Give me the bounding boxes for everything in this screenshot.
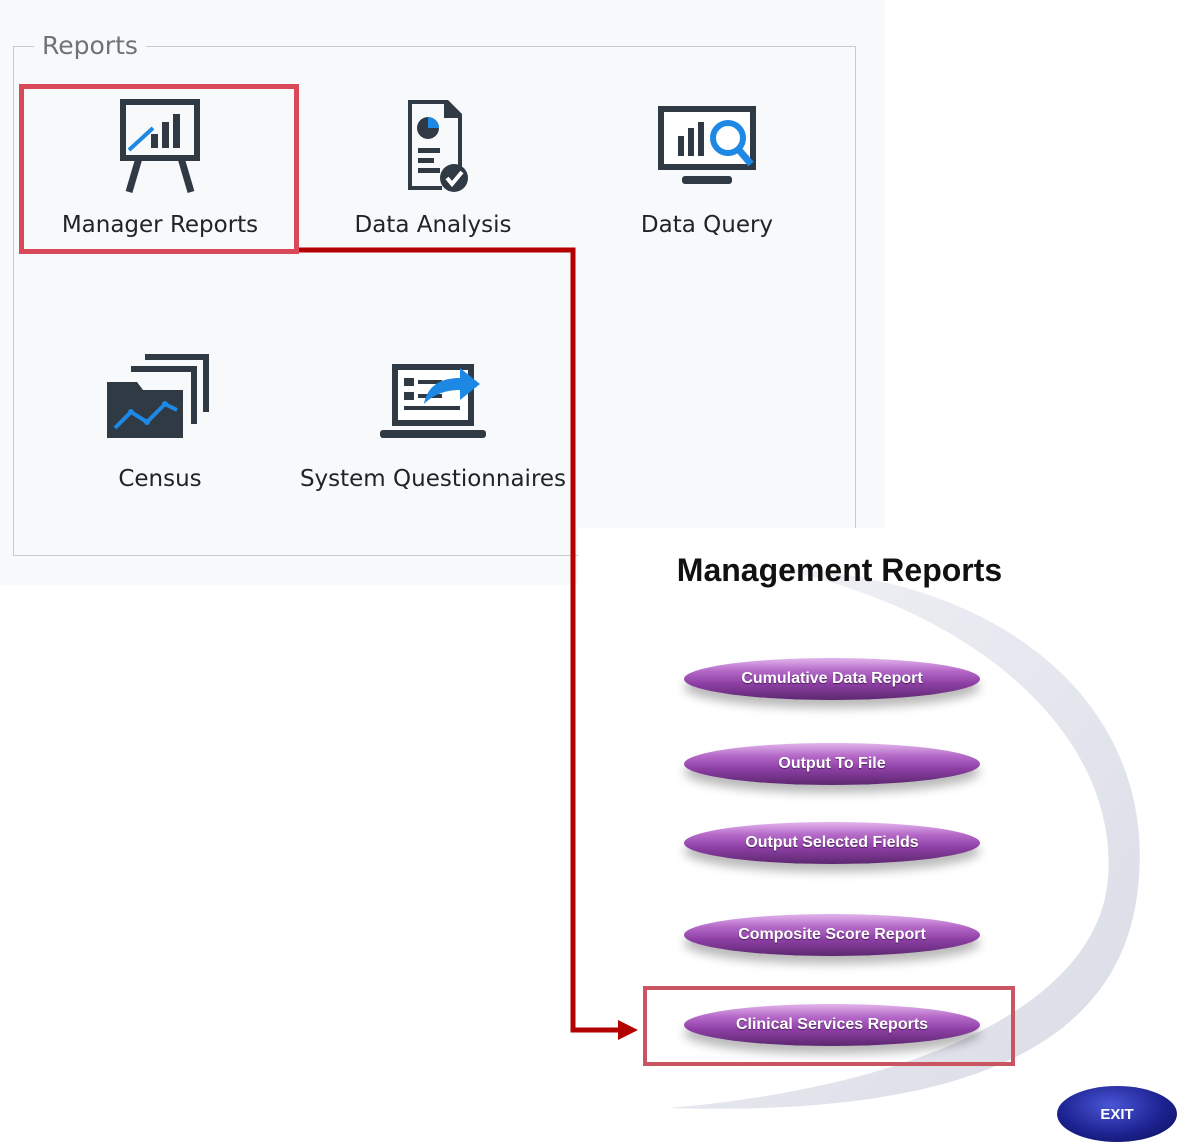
monitor-search-chart-icon	[658, 106, 756, 184]
clinical-services-highlight	[643, 986, 1015, 1066]
exit-button[interactable]: EXIT	[1057, 1086, 1177, 1142]
data-analysis-tile[interactable]: Data Analysis	[293, 98, 573, 268]
system-questionnaires-label: System Questionnaires	[299, 466, 567, 492]
data-query-label: Data Query	[640, 212, 774, 238]
reports-group-title: Reports	[34, 30, 146, 62]
management-reports-title: Management Reports	[676, 552, 1003, 588]
census-label: Census	[118, 466, 202, 492]
census-tile[interactable]: Census	[20, 352, 300, 522]
output-to-file-button[interactable]: Output To File	[684, 743, 980, 785]
manager-reports-highlight	[19, 84, 299, 254]
laptop-share-icon	[380, 364, 486, 438]
stacked-folders-chart-icon	[107, 354, 209, 438]
data-query-tile[interactable]: Data Query	[567, 98, 847, 268]
composite-score-report-button[interactable]: Composite Score Report	[684, 914, 980, 956]
system-questionnaires-tile[interactable]: System Questionnaires	[293, 352, 573, 522]
data-analysis-label: Data Analysis	[354, 212, 512, 238]
cumulative-data-report-button[interactable]: Cumulative Data Report	[684, 658, 980, 700]
output-selected-fields-button[interactable]: Output Selected Fields	[684, 822, 980, 864]
report-document-icon	[408, 100, 468, 192]
